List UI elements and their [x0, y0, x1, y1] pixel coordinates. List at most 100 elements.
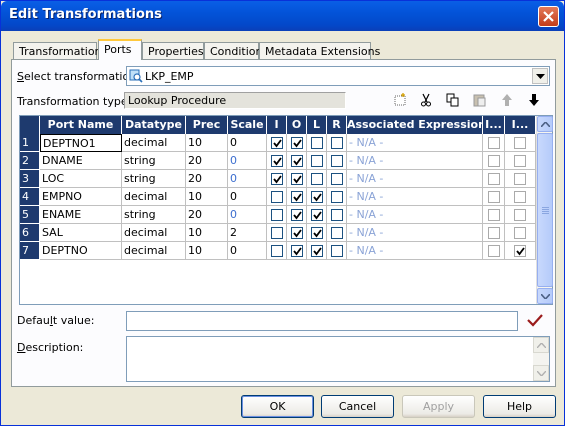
extra-checkbox-1[interactable]	[488, 227, 500, 239]
output-checkbox[interactable]	[291, 227, 303, 239]
input-checkbox-cell[interactable]	[267, 188, 287, 206]
scale-cell[interactable]: 0	[228, 242, 267, 260]
return-checkbox-cell[interactable]	[327, 170, 347, 188]
datatype-cell[interactable]: decimal	[122, 188, 186, 206]
apply-button[interactable]: Apply	[402, 395, 475, 418]
table-row[interactable]: 6 SAL decimal 10 2 - N/A -	[20, 224, 536, 242]
return-checkbox[interactable]	[331, 245, 343, 257]
extra-checkbox-2[interactable]	[514, 209, 526, 221]
col-scale[interactable]: Scale	[228, 116, 267, 134]
output-checkbox[interactable]	[291, 155, 303, 167]
return-checkbox-cell[interactable]	[327, 206, 347, 224]
paste-button[interactable]	[471, 91, 489, 109]
help-button[interactable]: Help	[483, 395, 556, 418]
table-row[interactable]: 2 DNAME string 20 0 - N/A -	[20, 152, 536, 170]
extra-checkbox-1[interactable]	[488, 245, 500, 257]
output-checkbox-cell[interactable]	[287, 170, 307, 188]
datatype-cell[interactable]: string	[122, 152, 186, 170]
input-checkbox[interactable]	[271, 245, 283, 257]
return-checkbox-cell[interactable]	[327, 134, 347, 152]
port-name-cell[interactable]: SAL	[40, 224, 122, 242]
cancel-button[interactable]: Cancel	[321, 395, 394, 418]
extra-checkbox-2[interactable]	[514, 137, 526, 149]
table-row[interactable]: 7 DEPTNO decimal 10 0 - N/A -	[20, 242, 536, 260]
return-checkbox-cell[interactable]	[327, 188, 347, 206]
output-checkbox[interactable]	[291, 209, 303, 221]
validate-button[interactable]	[527, 313, 545, 329]
scale-cell[interactable]: 0	[228, 188, 267, 206]
col-output[interactable]: O	[287, 116, 307, 134]
datatype-cell[interactable]: decimal	[122, 242, 186, 260]
scroll-up-button[interactable]	[537, 116, 553, 132]
output-checkbox-cell[interactable]	[287, 242, 307, 260]
extra-checkbox-2-cell[interactable]	[505, 188, 536, 206]
default-value-field[interactable]	[126, 311, 518, 331]
extra-checkbox-1-cell[interactable]	[483, 152, 505, 170]
prec-cell[interactable]: 10	[186, 134, 228, 152]
expression-cell[interactable]: - N/A -	[347, 224, 483, 242]
move-down-button[interactable]	[525, 91, 543, 109]
return-checkbox[interactable]	[331, 191, 343, 203]
scroll-down-button[interactable]	[533, 365, 549, 381]
input-checkbox-cell[interactable]	[267, 242, 287, 260]
extra-checkbox-1-cell[interactable]	[483, 206, 505, 224]
extra-checkbox-1-cell[interactable]	[483, 242, 505, 260]
extra-checkbox-2-cell[interactable]	[505, 134, 536, 152]
extra-checkbox-1[interactable]	[488, 173, 500, 185]
lookup-checkbox[interactable]	[311, 155, 323, 167]
col-lookup[interactable]: L	[307, 116, 327, 134]
col-return[interactable]: R	[327, 116, 347, 134]
lookup-checkbox-cell[interactable]	[307, 242, 327, 260]
extra-checkbox-2[interactable]	[514, 191, 526, 203]
move-up-button[interactable]	[498, 91, 516, 109]
scroll-down-button[interactable]	[537, 288, 553, 304]
col-port-name[interactable]: Port Name	[40, 116, 122, 134]
dropdown-button[interactable]	[532, 68, 548, 84]
title-bar[interactable]: Edit Transformations	[1, 1, 564, 31]
port-name-cell[interactable]: DEPTNO1	[40, 134, 122, 152]
grid-vertical-scrollbar[interactable]	[536, 116, 553, 304]
extra-checkbox-2-cell[interactable]	[505, 170, 536, 188]
extra-checkbox-1[interactable]	[488, 155, 500, 167]
lookup-checkbox-cell[interactable]	[307, 206, 327, 224]
extra-checkbox-2-cell[interactable]	[505, 242, 536, 260]
port-name-cell[interactable]: LOC	[40, 170, 122, 188]
select-transformation-dropdown[interactable]: LKP_EMP	[126, 66, 550, 86]
copy-button[interactable]	[444, 91, 462, 109]
lookup-checkbox[interactable]	[311, 173, 323, 185]
output-checkbox[interactable]	[291, 137, 303, 149]
prec-cell[interactable]: 10	[186, 188, 228, 206]
lookup-checkbox-cell[interactable]	[307, 152, 327, 170]
extra-checkbox-1[interactable]	[488, 191, 500, 203]
tab-transformation[interactable]: Transformation	[13, 42, 102, 60]
lookup-checkbox-cell[interactable]	[307, 224, 327, 242]
datatype-cell[interactable]: string	[122, 170, 186, 188]
extra-checkbox-2[interactable]	[514, 227, 526, 239]
prec-cell[interactable]: 20	[186, 206, 228, 224]
input-checkbox[interactable]	[271, 191, 283, 203]
table-row[interactable]: 1 DEPTNO1 decimal 10 0 - N/A -	[20, 134, 536, 152]
tab-condition[interactable]: Condition	[204, 42, 263, 60]
return-checkbox[interactable]	[331, 137, 343, 149]
description-textarea[interactable]	[126, 336, 550, 382]
return-checkbox-cell[interactable]	[327, 152, 347, 170]
prec-cell[interactable]: 20	[186, 170, 228, 188]
prec-cell[interactable]: 10	[186, 242, 228, 260]
datatype-cell[interactable]: string	[122, 206, 186, 224]
table-row[interactable]: 5 ENAME string 20 0 - N/A -	[20, 206, 536, 224]
extra-checkbox-2[interactable]	[514, 155, 526, 167]
scroll-up-button[interactable]	[533, 337, 549, 353]
return-checkbox[interactable]	[331, 209, 343, 221]
col-associated-expression[interactable]: Associated Expression	[347, 116, 483, 134]
col-extra-2[interactable]: I...	[505, 116, 536, 134]
expression-cell[interactable]: - N/A -	[347, 188, 483, 206]
extra-checkbox-2-cell[interactable]	[505, 224, 536, 242]
port-name-cell[interactable]: DEPTNO	[40, 242, 122, 260]
extra-checkbox-1-cell[interactable]	[483, 188, 505, 206]
extra-checkbox-1-cell[interactable]	[483, 134, 505, 152]
col-extra-1[interactable]: I...	[483, 116, 505, 134]
output-checkbox-cell[interactable]	[287, 206, 307, 224]
new-port-button[interactable]	[391, 91, 409, 109]
tab-metadata-extensions[interactable]: Metadata Extensions	[259, 42, 380, 60]
tab-properties[interactable]: Properties	[142, 42, 204, 60]
